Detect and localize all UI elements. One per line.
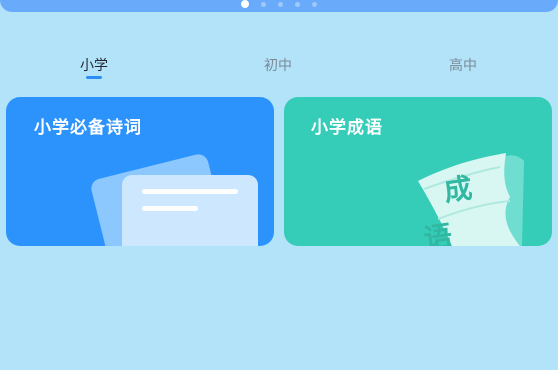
- idiom-char-1: 成: [442, 171, 474, 208]
- grade-tabs: 小学 初中 高中: [0, 55, 558, 85]
- tab-label: 初中: [264, 58, 292, 74]
- card-primary-idioms[interactable]: 小学成语 成 语: [284, 97, 552, 246]
- card-title: 小学必备诗词: [34, 118, 142, 138]
- tab-junior-high[interactable]: 初中: [248, 55, 308, 75]
- carousel-indicator: [0, 0, 558, 8]
- carousel-dot[interactable]: [312, 1, 317, 7]
- idiom-scroll-icon: 成 语: [418, 153, 524, 246]
- tab-label: 小学: [80, 58, 108, 74]
- idiom-char-2: 语: [422, 219, 454, 246]
- carousel-dot[interactable]: [295, 1, 300, 7]
- carousel-dot-active[interactable]: [241, 0, 249, 8]
- tab-active-indicator: [86, 76, 102, 79]
- card-primary-poems[interactable]: 小学必备诗词: [6, 97, 274, 246]
- tab-primary-school[interactable]: 小学: [64, 55, 124, 79]
- carousel-dot[interactable]: [278, 1, 283, 7]
- carousel-dot[interactable]: [261, 1, 266, 7]
- tab-label: 高中: [449, 58, 477, 74]
- tab-senior-high[interactable]: 高中: [433, 55, 493, 75]
